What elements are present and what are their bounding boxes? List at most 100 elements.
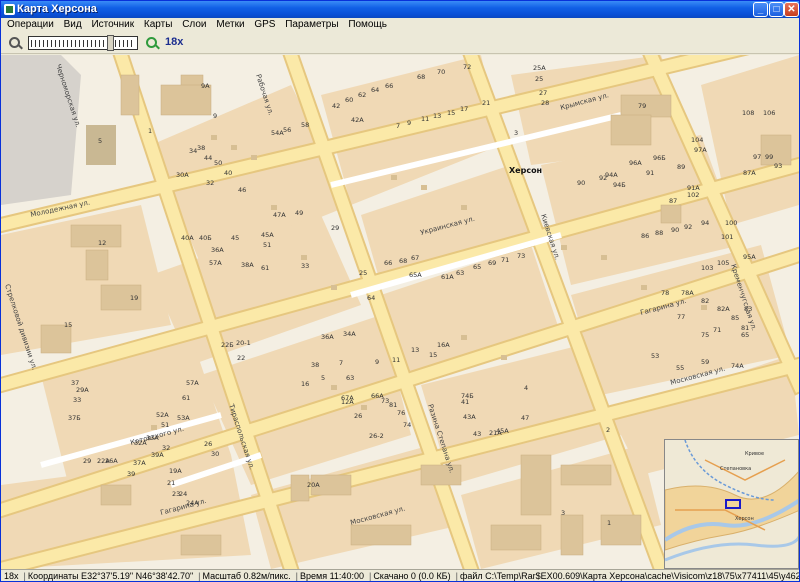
house-number-label: 15: [64, 321, 72, 329]
minimize-icon: _: [757, 4, 764, 15]
house-number-label: 3: [514, 129, 518, 137]
status-file: файл C:\Temp\Rar$EX00.609\Карта Херсона\…: [459, 571, 800, 581]
menu-view[interactable]: Вид: [60, 18, 85, 32]
window-title: Карта Херсона: [17, 3, 97, 15]
house-number-label: 61A: [441, 273, 454, 281]
house-number-label: 26: [204, 440, 212, 448]
house-number-label: 29A: [76, 386, 89, 394]
overview-city-label: Херсон: [735, 516, 754, 522]
house-number-label: 79: [638, 102, 646, 110]
house-number-label: 86: [641, 232, 649, 240]
maximize-button[interactable]: □: [769, 2, 784, 17]
house-number-label: 36A: [321, 333, 334, 341]
house-number-label: 91: [646, 169, 654, 177]
menu-parameters[interactable]: Параметры: [281, 18, 341, 32]
map-canvas[interactable]: Молодежная ул. Крымская ул. Украинская у…: [1, 55, 799, 569]
house-number-label: 71: [501, 256, 509, 264]
house-number-label: 38A: [241, 261, 254, 269]
status-bar: 18x | Координаты E32°37'5.19" N46°38'42.70…: [1, 569, 800, 581]
menu-help[interactable]: Помощь: [344, 18, 390, 32]
house-number-label: 32: [206, 179, 214, 187]
menu-maps[interactable]: Карты: [140, 18, 176, 32]
house-number-label: 22Б: [221, 341, 234, 349]
house-number-label: 33: [73, 396, 81, 404]
house-number-label: 96A: [629, 159, 642, 167]
zoom-out-icon[interactable]: [9, 37, 20, 48]
house-number-label: 93: [774, 162, 782, 170]
overview-place-krivoe: Кривое: [745, 451, 764, 457]
house-number-label: 89: [677, 163, 685, 171]
house-number-label: 16A: [437, 341, 450, 349]
house-number-label: 19A: [169, 467, 182, 475]
house-number-label: 47A: [273, 211, 286, 219]
title-bar[interactable]: Карта Херсона _ □ ✕: [1, 1, 799, 18]
toolbar: 18x: [1, 32, 799, 54]
house-number-label: 47: [521, 414, 529, 422]
menu-layers[interactable]: Слои: [178, 18, 209, 32]
house-number-label: 51: [161, 421, 169, 429]
house-number-label: 42: [332, 102, 340, 110]
house-number-label: 33: [301, 262, 309, 270]
close-button[interactable]: ✕: [784, 2, 799, 17]
house-number-label: 106: [763, 109, 775, 117]
house-number-label: 43: [473, 430, 481, 438]
house-number-label: 5: [98, 137, 102, 145]
menu-gps[interactable]: GPS: [250, 18, 278, 32]
maximize-icon: □: [773, 4, 780, 15]
house-number-label: 34: [189, 147, 197, 155]
house-number-label: 103: [701, 264, 713, 272]
house-number-label: 32: [162, 444, 170, 452]
menu-operations[interactable]: Операции: [1, 18, 57, 32]
house-number-label: 43A: [463, 413, 476, 421]
status-coords: Координаты E32°37'5.19" N46°38'42.70": [27, 571, 194, 581]
house-number-label: 9A: [201, 82, 210, 90]
house-number-label: 13: [411, 346, 419, 354]
house-number-label: 36A: [211, 246, 224, 254]
house-number-label: 27: [539, 89, 547, 97]
city-label: Херсон: [509, 166, 542, 175]
house-number-label: 34A: [343, 330, 356, 338]
house-number-label: 99: [765, 153, 773, 161]
house-number-label: 30: [211, 450, 219, 458]
house-number-label: 38: [197, 144, 205, 152]
house-number-label: 75: [701, 331, 709, 339]
house-number-label: 102: [687, 191, 699, 199]
house-number-label: 90: [577, 179, 585, 187]
house-number-label: 26: [354, 412, 362, 420]
house-number-label: 91A: [687, 184, 700, 192]
zoom-slider[interactable]: [28, 35, 138, 51]
house-number-label: 13: [433, 112, 441, 120]
house-number-label: 15: [447, 109, 455, 117]
menu-marks[interactable]: Метки: [212, 18, 247, 32]
zoom-slider-thumb[interactable]: [107, 35, 114, 51]
house-number-label: 25A: [533, 64, 546, 72]
house-number-label: 46: [238, 186, 246, 194]
house-number-label: 42A: [351, 116, 364, 124]
house-number-label: 2: [606, 426, 610, 434]
house-number-label: 28: [541, 99, 549, 107]
overview-minimap[interactable]: Степановка Кривое Херсон: [664, 439, 799, 569]
house-number-label: 38: [311, 361, 319, 369]
zoom-slider-ticks: [31, 40, 135, 47]
house-number-label: 82A: [717, 305, 730, 313]
house-number-label: 40: [224, 169, 232, 177]
house-number-label: 37: [71, 379, 79, 387]
house-number-label: 21: [167, 479, 175, 487]
house-number-label: 92: [599, 174, 607, 182]
zoom-level: 18x: [165, 36, 184, 48]
house-number-label: 96Б: [653, 154, 666, 162]
menu-source[interactable]: Источник: [87, 18, 137, 32]
house-number-label: 58: [301, 121, 309, 129]
house-number-label: 3: [561, 509, 565, 517]
zoom-in-icon[interactable]: [146, 37, 157, 48]
house-number-label: 45: [231, 234, 239, 242]
house-number-label: 7: [339, 359, 343, 367]
app-window: Карта Херсона _ □ ✕ Операции Вид Источни…: [0, 0, 800, 582]
overview-viewport-frame[interactable]: [725, 499, 741, 509]
house-number-label: 29: [83, 457, 91, 465]
house-number-label: 44: [204, 154, 212, 162]
house-number-label: 19: [130, 294, 138, 302]
house-number-label: 53A: [177, 414, 190, 422]
minimize-button[interactable]: _: [753, 2, 768, 17]
status-time: Время 11:40:00: [300, 571, 364, 581]
